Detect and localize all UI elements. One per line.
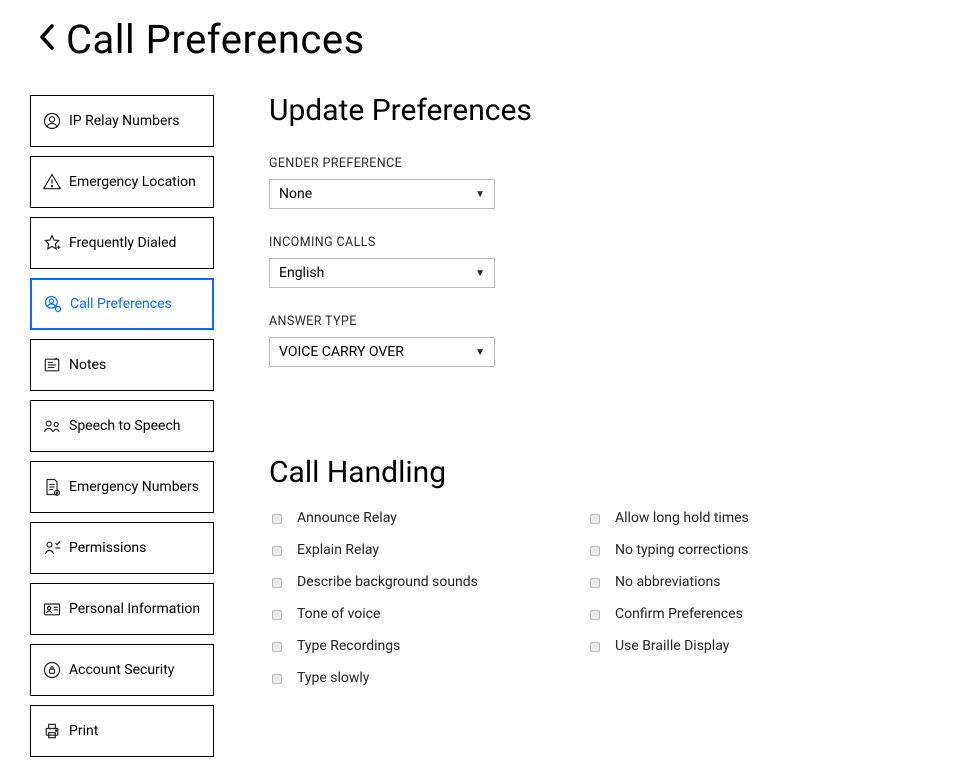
answer-type-group: ANSWER TYPE VOICE CARRY OVER ▼ (269, 314, 948, 367)
main-content: Update Preferences GENDER PREFERENCE Non… (269, 93, 948, 757)
checkbox-label: Use Braille Display (615, 638, 729, 654)
call-handling-heading: Call Handling (269, 455, 948, 490)
option-tone-of-voice[interactable]: Tone of voice (269, 606, 549, 622)
caret-down-icon: ▼ (475, 189, 485, 200)
incoming-calls-value: English (279, 265, 324, 281)
checkbox-icon (272, 514, 282, 524)
sidebar-item-ip-relay-numbers[interactable]: IP Relay Numbers (30, 95, 214, 147)
user-gear-icon (42, 293, 64, 315)
document-plus-icon (41, 476, 63, 498)
incoming-calls-group: INCOMING CALLS English ▼ (269, 235, 948, 288)
option-no-abbreviations[interactable]: No abbreviations (587, 574, 867, 590)
option-type-recordings[interactable]: Type Recordings (269, 638, 549, 654)
sidebar-item-label: Print (69, 723, 98, 739)
checkbox-icon (272, 610, 282, 620)
sidebar-item-permissions[interactable]: Permissions (30, 522, 214, 574)
sidebar-item-print[interactable]: Print (30, 705, 214, 757)
checkbox-icon (272, 642, 282, 652)
printer-icon (41, 720, 63, 742)
checkbox-icon (272, 578, 282, 588)
sidebar-item-label: Personal Information (69, 601, 200, 617)
sidebar-item-label: Account Security (69, 662, 174, 678)
sidebar-item-emergency-numbers[interactable]: Emergency Numbers (30, 461, 214, 513)
permissions-icon (41, 537, 63, 559)
sidebar-item-label: IP Relay Numbers (69, 113, 179, 129)
option-explain-relay[interactable]: Explain Relay (269, 542, 549, 558)
sidebar-item-account-security[interactable]: Account Security (30, 644, 214, 696)
incoming-calls-label: INCOMING CALLS (269, 235, 948, 250)
option-describe-background-sounds[interactable]: Describe background sounds (269, 574, 549, 590)
sidebar-item-frequently-dialed[interactable]: Frequently Dialed (30, 217, 214, 269)
gender-preference-group: GENDER PREFERENCE None ▼ (269, 156, 948, 209)
sidebar-item-speech-to-speech[interactable]: Speech to Speech (30, 400, 214, 452)
sidebar-item-call-preferences[interactable]: Call Preferences (30, 278, 214, 330)
answer-type-value: VOICE CARRY OVER (279, 344, 404, 360)
caret-down-icon: ▼ (475, 347, 485, 358)
gender-preference-select[interactable]: None ▼ (269, 179, 495, 209)
user-headset-icon (41, 110, 63, 132)
checkbox-icon (590, 610, 600, 620)
checkbox-label: Explain Relay (297, 542, 379, 558)
option-no-typing-corrections[interactable]: No typing corrections (587, 542, 867, 558)
notes-icon (41, 354, 63, 376)
option-allow-long-hold-times[interactable]: Allow long hold times (587, 510, 867, 526)
checkbox-icon (590, 546, 600, 556)
lock-icon (41, 659, 63, 681)
warning-triangle-icon (41, 171, 63, 193)
sidebar-item-personal-information[interactable]: Personal Information (30, 583, 214, 635)
checkbox-icon (272, 546, 282, 556)
checkbox-label: Describe background sounds (297, 574, 478, 590)
checkbox-icon (590, 642, 600, 652)
sidebar-item-label: Speech to Speech (69, 418, 181, 434)
sidebar-item-label: Frequently Dialed (69, 235, 176, 251)
option-type-slowly[interactable]: Type slowly (269, 670, 549, 686)
caret-down-icon: ▼ (475, 268, 485, 279)
call-handling-left-column: Announce Relay Explain Relay Describe ba… (269, 510, 549, 686)
option-confirm-preferences[interactable]: Confirm Preferences (587, 606, 867, 622)
sidebar-item-notes[interactable]: Notes (30, 339, 214, 391)
answer-type-select[interactable]: VOICE CARRY OVER ▼ (269, 337, 495, 367)
back-chevron-icon[interactable] (36, 22, 60, 58)
sidebar-item-emergency-location[interactable]: Emergency Location (30, 156, 214, 208)
checkbox-icon (590, 514, 600, 524)
speech-users-icon (41, 415, 63, 437)
checkbox-label: Confirm Preferences (615, 606, 743, 622)
page-title: Call Preferences (66, 16, 365, 63)
checkbox-label: Tone of voice (297, 606, 380, 622)
checkbox-label: Type slowly (297, 670, 369, 686)
call-handling-right-column: Allow long hold times No typing correcti… (587, 510, 867, 686)
checkbox-label: Announce Relay (297, 510, 397, 526)
sidebar-item-label: Emergency Location (69, 174, 196, 190)
option-announce-relay[interactable]: Announce Relay (269, 510, 549, 526)
option-use-braille-display[interactable]: Use Braille Display (587, 638, 867, 654)
sidebar-item-label: Emergency Numbers (69, 479, 199, 495)
checkbox-icon (272, 674, 282, 684)
gender-preference-value: None (279, 186, 312, 202)
incoming-calls-select[interactable]: English ▼ (269, 258, 495, 288)
sidebar-item-label: Call Preferences (70, 296, 172, 312)
sidebar: IP Relay Numbers Emergency Location Freq… (30, 93, 214, 757)
checkbox-label: Type Recordings (297, 638, 400, 654)
answer-type-label: ANSWER TYPE (269, 314, 948, 329)
call-handling-section: Call Handling Announce Relay Explain Rel… (269, 455, 948, 686)
sidebar-item-label: Permissions (69, 540, 146, 556)
star-plus-icon (41, 232, 63, 254)
gender-preference-label: GENDER PREFERENCE (269, 156, 948, 171)
sidebar-item-label: Notes (69, 357, 106, 373)
checkbox-label: No abbreviations (615, 574, 720, 590)
page-header: Call Preferences (36, 16, 948, 63)
update-preferences-heading: Update Preferences (269, 93, 948, 128)
checkbox-label: Allow long hold times (615, 510, 749, 526)
checkbox-icon (590, 578, 600, 588)
checkbox-label: No typing corrections (615, 542, 748, 558)
id-card-icon (41, 598, 63, 620)
